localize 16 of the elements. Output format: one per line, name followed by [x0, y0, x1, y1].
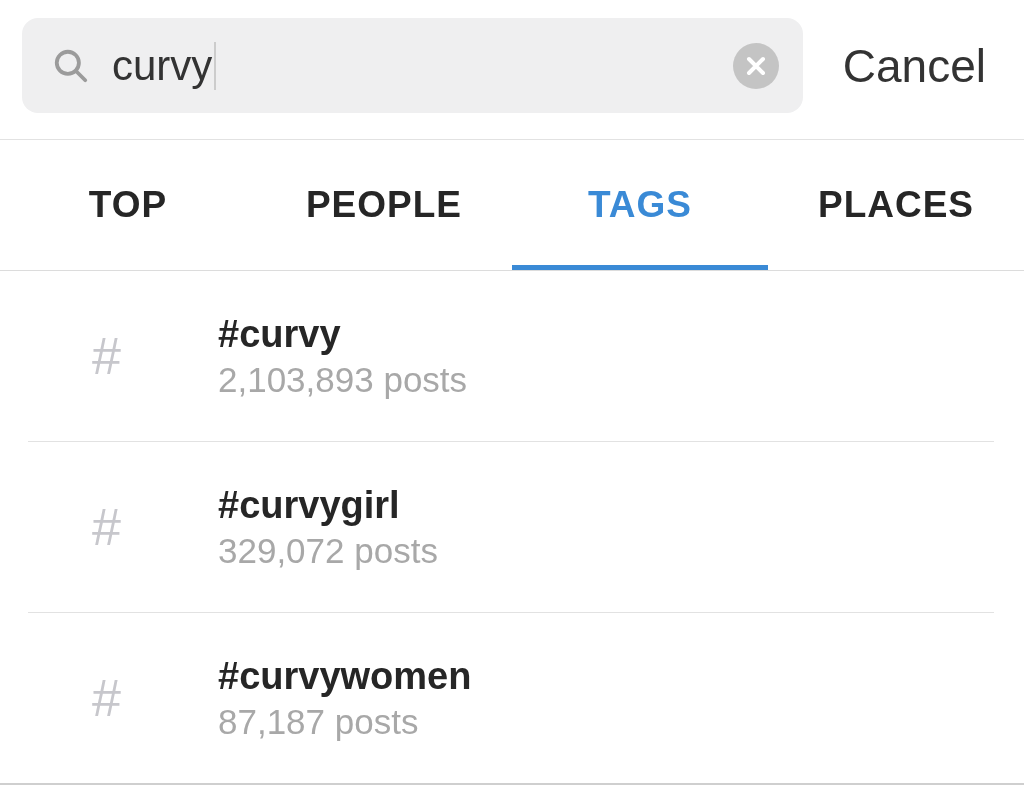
hashtag-name[interactable]: #curvywomen: [218, 654, 472, 698]
search-field[interactable]: curvy: [22, 18, 803, 113]
hashtag-name[interactable]: #curvy: [218, 312, 468, 356]
tab[interactable]: TOP: [0, 140, 256, 270]
hashtag-icon: #: [28, 326, 218, 386]
tab[interactable]: TAGS: [512, 140, 768, 270]
post-count: 87,187 posts: [218, 701, 420, 742]
post-count: 329,072 posts: [218, 530, 438, 571]
hashtag-icon: #: [28, 497, 218, 557]
hashtag-icon: #: [28, 668, 218, 728]
tab[interactable]: PLACES: [768, 140, 1024, 270]
post-count: 2,103,893 posts: [218, 359, 468, 400]
tab[interactable]: PEOPLE: [256, 140, 512, 270]
clear-icon[interactable]: [732, 42, 779, 89]
cancel-button[interactable]: Cancel: [842, 38, 986, 93]
hashtag-name[interactable]: #curvygirl: [218, 483, 438, 527]
